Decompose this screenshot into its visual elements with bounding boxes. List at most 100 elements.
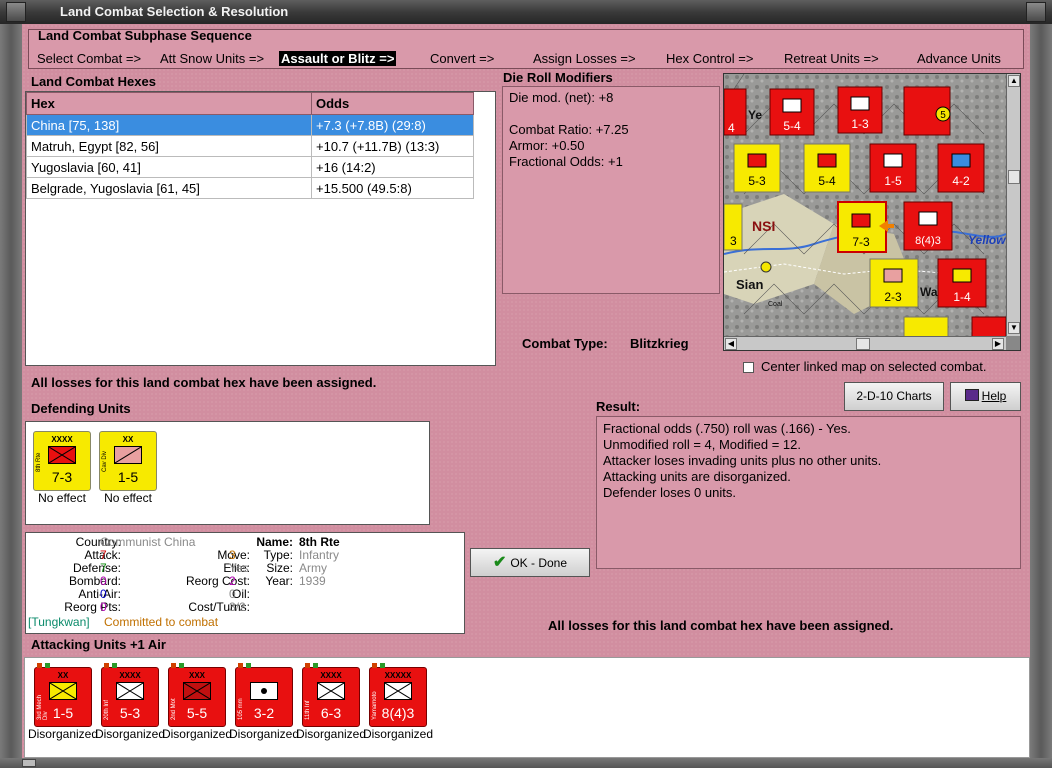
unit-status: Disorganized bbox=[228, 727, 300, 741]
step-assault-or-blitz[interactable]: Assault or Blitz => bbox=[279, 51, 397, 66]
scroll-up-icon[interactable]: ▲ bbox=[1008, 75, 1020, 87]
unit-status: Disorganized bbox=[94, 727, 166, 741]
window-title: Land Combat Selection & Resolution bbox=[60, 4, 289, 19]
map-counter[interactable]: 8(4)3 bbox=[903, 201, 953, 251]
attacking-unit[interactable]: XX 3rd Mech Div 1-5 bbox=[34, 663, 92, 727]
defending-unit[interactable]: XXXX 8th Rte 7-3 bbox=[33, 431, 91, 491]
result-line: Fractional odds (.750) roll was (.166) -… bbox=[603, 421, 851, 436]
defending-unit[interactable]: XX Cav Div 1-5 bbox=[99, 431, 157, 491]
hex-cell: Yugoslavia [60, 41] bbox=[26, 156, 312, 178]
map-counter[interactable]: 5 bbox=[903, 86, 951, 136]
unit-status: Disorganized bbox=[295, 727, 367, 741]
step-advance-units[interactable]: Advance Units bbox=[917, 51, 1001, 66]
step-att-snow-units[interactable]: Att Snow Units => bbox=[160, 51, 264, 66]
year-label: Year: bbox=[265, 574, 293, 588]
linked-map[interactable]: NSI Sian Yellow Coal Wa Ye 5-4 1-3 5 5-3… bbox=[723, 73, 1021, 351]
table-row[interactable]: Yugoslavia [60, 41] +16 (14:2) bbox=[26, 156, 474, 178]
unit-status: Disorganized bbox=[161, 727, 233, 741]
map-vscroll[interactable]: ▲ ▼ bbox=[1006, 74, 1020, 336]
unit-value: 7-3 bbox=[51, 469, 73, 485]
unit-name: Cav Div bbox=[102, 450, 108, 472]
map-counter[interactable]: 1-4 bbox=[937, 258, 987, 308]
map-counter[interactable]: 5-4 bbox=[769, 88, 815, 136]
map-counter[interactable]: 5-3 bbox=[733, 143, 781, 193]
status-dot-icon bbox=[380, 663, 385, 668]
location-value: [Tungkwan] bbox=[28, 615, 90, 629]
unit-name: 8th Rte bbox=[36, 452, 42, 472]
system-menu-icon[interactable] bbox=[6, 2, 26, 22]
attacking-unit[interactable]: XXXX 20th Inf 5-3 bbox=[101, 663, 159, 727]
hex-cell: China [75, 138] bbox=[26, 114, 312, 136]
unit-status: Disorganized bbox=[27, 727, 99, 741]
help-button[interactable]: Help bbox=[950, 382, 1021, 411]
map-label-coal: Coal bbox=[768, 301, 783, 308]
attacking-unit[interactable]: XXX 2nd Mot 5-5 bbox=[168, 663, 226, 727]
step-select-combat[interactable]: Select Combat => bbox=[37, 51, 141, 66]
odds-cell: +10.7 (+11.7B) (13:3) bbox=[311, 135, 474, 157]
map-label-ye: Ye bbox=[748, 108, 762, 122]
unit-value: 5-5 bbox=[186, 705, 208, 721]
map-counter[interactable]: 3 bbox=[724, 203, 743, 251]
map-counter[interactable] bbox=[903, 316, 949, 336]
ok-done-button[interactable]: ✔ OK - Done bbox=[470, 548, 590, 577]
vscroll-thumb[interactable] bbox=[1008, 170, 1020, 184]
unit-status: No effect bbox=[38, 491, 86, 505]
center-map-checkbox[interactable] bbox=[743, 362, 754, 373]
map-counter[interactable]: 4-2 bbox=[937, 143, 985, 193]
result-label: Result: bbox=[596, 399, 641, 414]
map-counter[interactable]: 1-5 bbox=[869, 143, 917, 193]
attacking-unit[interactable]: XXXXX Yamamoto 8(4)3 bbox=[369, 663, 427, 727]
unit-size: XXXXX bbox=[384, 671, 412, 680]
table-row[interactable]: China [75, 138] +7.3 (+7.8B) (29:8) bbox=[26, 114, 474, 136]
step-hex-control[interactable]: Hex Control => bbox=[666, 51, 753, 66]
step-assign-losses[interactable]: Assign Losses => bbox=[533, 51, 636, 66]
map-counter[interactable]: 7-3 bbox=[837, 201, 887, 253]
map-view[interactable]: NSI Sian Yellow Coal Wa Ye 5-4 1-3 5 5-3… bbox=[724, 74, 1006, 336]
sequence-title: Land Combat Subphase Sequence bbox=[38, 28, 252, 43]
step-retreat-units[interactable]: Retreat Units => bbox=[784, 51, 879, 66]
unit-size: XX bbox=[57, 671, 69, 680]
scroll-right-icon[interactable]: ▶ bbox=[992, 338, 1004, 350]
map-label-sian: Sian bbox=[736, 277, 764, 292]
artillery-icon bbox=[250, 682, 278, 700]
unit-size: XXXX bbox=[320, 671, 342, 680]
map-counter[interactable]: 1-3 bbox=[837, 86, 883, 134]
status-dot-icon bbox=[171, 663, 176, 668]
odds-cell: +15.500 (49.5:8) bbox=[311, 177, 474, 199]
combat-type-value: Blitzkrieg bbox=[630, 336, 689, 351]
status-dot-icon bbox=[238, 663, 243, 668]
infantry-icon bbox=[317, 682, 345, 700]
map-counter[interactable]: 2-3 bbox=[869, 258, 919, 308]
result-line: Attacker loses invading units plus no ot… bbox=[603, 453, 882, 468]
mech-icon bbox=[49, 682, 77, 700]
attacking-unit[interactable]: 105 mm 3-2 bbox=[235, 663, 293, 727]
hexes-list[interactable]: Hex Odds China [75, 138] +7.3 (+7.8B) (2… bbox=[25, 91, 496, 366]
status-dot-icon bbox=[305, 663, 310, 668]
table-row[interactable]: Belgrade, Yugoslavia [61, 45] +15.500 (4… bbox=[26, 177, 474, 199]
col-odds[interactable]: Odds bbox=[311, 92, 474, 115]
unit-size: XXXX bbox=[51, 435, 73, 444]
table-row[interactable]: Matruh, Egypt [82, 56] +10.7 (+11.7B) (1… bbox=[26, 135, 474, 157]
map-counter[interactable] bbox=[971, 316, 1006, 336]
scroll-down-icon[interactable]: ▼ bbox=[1008, 322, 1020, 334]
map-hscroll[interactable]: ◀ ▶ bbox=[724, 336, 1006, 350]
attacking-unit[interactable]: XXXX 11th Inf 6-3 bbox=[302, 663, 360, 727]
col-hex[interactable]: Hex bbox=[26, 92, 312, 115]
scroll-left-icon[interactable]: ◀ bbox=[725, 338, 737, 350]
map-label-nsi: NSI bbox=[752, 218, 775, 234]
counter-value: 5-4 bbox=[783, 119, 801, 133]
status-dot-icon bbox=[246, 663, 251, 668]
unit-size: XX bbox=[122, 435, 134, 444]
status-dot-icon bbox=[112, 663, 117, 668]
counter-value: 3 bbox=[730, 234, 737, 248]
counter-value: 1-5 bbox=[884, 174, 902, 188]
attacking-label: Attacking Units +1 Air bbox=[31, 637, 166, 652]
resize-grip-icon[interactable] bbox=[22, 759, 36, 767]
close-icon[interactable] bbox=[1026, 2, 1046, 22]
status-dot-icon bbox=[37, 663, 42, 668]
hscroll-thumb[interactable] bbox=[856, 338, 870, 350]
map-counter[interactable]: 5-4 bbox=[803, 143, 851, 193]
losses-message: All losses for this land combat hex have… bbox=[31, 375, 377, 390]
step-convert[interactable]: Convert => bbox=[430, 51, 494, 66]
charts-button[interactable]: 2-D-10 Charts bbox=[844, 382, 944, 411]
